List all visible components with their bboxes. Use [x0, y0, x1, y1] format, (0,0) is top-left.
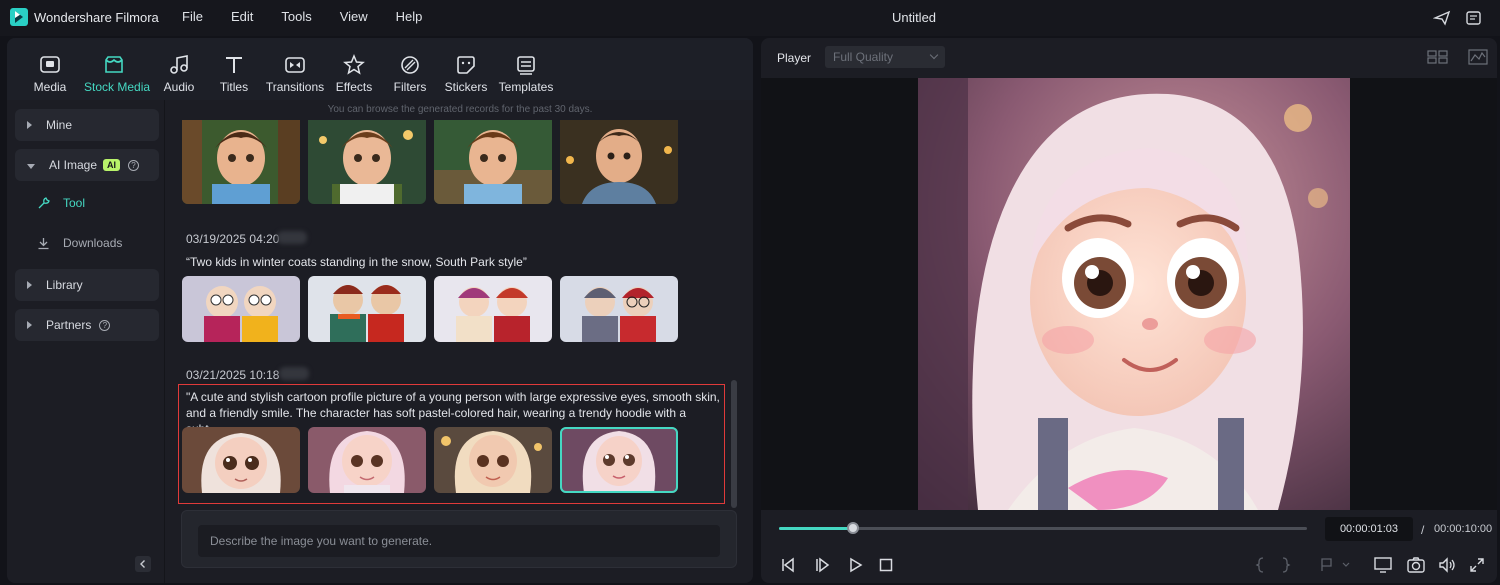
- chevron-left-icon: [140, 560, 145, 568]
- record-prompt: “Two kids in winter coats standing in th…: [186, 255, 527, 269]
- ai-image-records: You can browse the generated records for…: [167, 100, 753, 583]
- collapse-sidebar-button[interactable]: [135, 556, 151, 572]
- tool-icon: [38, 196, 50, 208]
- help-icon[interactable]: ?: [99, 319, 111, 331]
- previous-frame-icon[interactable]: [779, 556, 797, 574]
- marker-dropdown-icon[interactable]: [1319, 556, 1351, 574]
- grid-view-icon[interactable]: [1427, 49, 1449, 65]
- tab-stickers[interactable]: Stickers: [436, 54, 496, 94]
- preview-stage: [761, 78, 1497, 510]
- stock-media-sidebar: Mine AI Image AI ? Tool Downloads Librar…: [7, 100, 165, 583]
- caret-right-icon: [27, 281, 32, 289]
- quality-select[interactable]: Full Quality: [825, 46, 945, 68]
- record-date: 03/19/2025 04:20: [186, 232, 280, 246]
- generated-image[interactable]: [182, 120, 300, 204]
- generated-image[interactable]: [308, 427, 426, 493]
- stock-media-icon: [105, 56, 123, 73]
- ai-badge: AI: [103, 159, 121, 171]
- generated-image[interactable]: [308, 120, 426, 204]
- tab-templates[interactable]: Templates: [496, 54, 556, 94]
- download-icon: [38, 237, 49, 249]
- snapshot-icon[interactable]: [1406, 556, 1426, 574]
- next-frame-icon[interactable]: [813, 556, 831, 574]
- tab-filters[interactable]: Filters: [380, 54, 440, 94]
- generated-image[interactable]: [308, 276, 426, 342]
- volume-icon[interactable]: [1437, 556, 1457, 574]
- total-time: 00:00:10:00: [1434, 523, 1493, 535]
- media-toolbar: Media Stock Media Audio Titles Transitio…: [7, 38, 753, 100]
- media-icon: [40, 56, 60, 73]
- sidebar-item-ai-image[interactable]: AI Image AI ?: [15, 149, 159, 181]
- tab-effects[interactable]: Effects: [324, 54, 384, 94]
- prompt-input[interactable]: [198, 525, 720, 557]
- record-date: 03/21/2025 10:18: [186, 368, 280, 382]
- redacted-time: [279, 367, 309, 380]
- audio-icon: [170, 55, 188, 74]
- browse-note: You can browse the generated records for…: [327, 104, 593, 115]
- sidebar-item-mine[interactable]: Mine: [15, 109, 159, 141]
- tab-titles[interactable]: Titles: [204, 54, 264, 94]
- mark-out-icon[interactable]: [1279, 556, 1291, 574]
- sidebar-item-downloads[interactable]: Downloads: [37, 236, 122, 250]
- titles-icon: [226, 57, 242, 73]
- current-time[interactable]: 00:00:01:03: [1325, 517, 1413, 541]
- prompt-input-panel: [181, 510, 737, 568]
- sidebar-item-partners[interactable]: Partners ?: [15, 309, 159, 341]
- playback-progress[interactable]: [779, 522, 1307, 534]
- player-panel: Player Full Quality 00:00:01:03 / 00:00:…: [761, 38, 1497, 583]
- scrollbar-thumb[interactable]: [731, 380, 737, 508]
- generated-image[interactable]: [182, 276, 300, 342]
- sidebar-item-library[interactable]: Library: [15, 269, 159, 301]
- stickers-icon: [457, 56, 475, 74]
- filters-icon: [401, 56, 419, 74]
- help-icon[interactable]: ?: [128, 159, 140, 171]
- playhead-handle[interactable]: [846, 522, 859, 534]
- generated-image[interactable]: [434, 120, 552, 204]
- generated-image[interactable]: [434, 276, 552, 342]
- tab-media[interactable]: Media: [20, 54, 80, 94]
- feedback-icon[interactable]: [1465, 9, 1483, 27]
- chevron-down-icon: [929, 50, 939, 60]
- play-icon[interactable]: [846, 556, 864, 574]
- caret-right-icon: [27, 321, 32, 329]
- caret-down-icon: [27, 163, 35, 169]
- templates-icon: [517, 56, 535, 75]
- generated-image[interactable]: [434, 427, 552, 493]
- redacted-time: [277, 231, 307, 244]
- sidebar-item-tool[interactable]: Tool: [37, 196, 85, 210]
- mark-in-icon[interactable]: [1255, 556, 1267, 574]
- media-panel: Media Stock Media Audio Titles Transitio…: [7, 38, 753, 583]
- scope-icon[interactable]: [1468, 49, 1488, 65]
- generated-image[interactable]: [560, 276, 678, 342]
- generated-image[interactable]: [560, 120, 678, 204]
- transitions-icon: [285, 57, 305, 73]
- player-label: Player: [777, 51, 812, 65]
- progress-fill: [779, 527, 853, 530]
- stop-icon[interactable]: [877, 556, 895, 574]
- title-bar: Wondershare Filmora File Edit Tools View…: [0, 0, 1500, 36]
- document-title: Untitled: [891, 10, 937, 25]
- tab-audio[interactable]: Audio: [149, 54, 209, 94]
- generated-image-selected[interactable]: [560, 427, 678, 493]
- preview-image[interactable]: [918, 78, 1350, 510]
- tab-transitions[interactable]: Transitions: [265, 54, 325, 94]
- display-icon[interactable]: [1373, 556, 1393, 574]
- fullscreen-icon[interactable]: [1468, 556, 1486, 574]
- generated-image[interactable]: [182, 427, 300, 493]
- send-icon[interactable]: [1433, 9, 1451, 27]
- tab-stock-media[interactable]: Stock Media: [84, 54, 150, 94]
- time-separator: /: [1421, 523, 1425, 537]
- caret-right-icon: [27, 121, 32, 129]
- effects-icon: [343, 54, 365, 75]
